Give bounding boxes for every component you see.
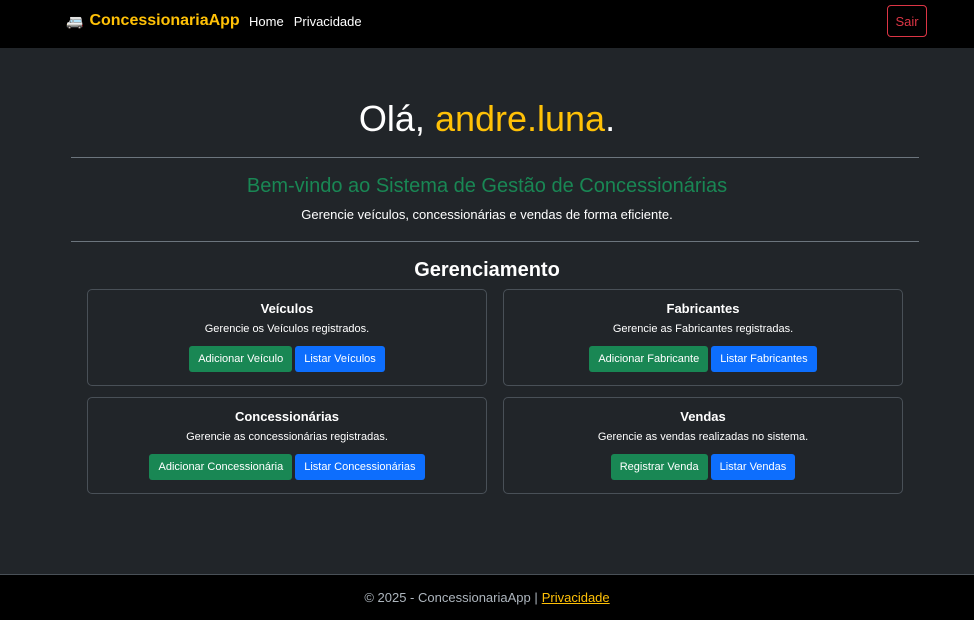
card-title: Veículos — [260, 301, 314, 316]
add-dealership-button[interactable]: Adicionar Concessionária — [149, 454, 293, 480]
nav-link-privacy[interactable]: Privacidade — [294, 14, 362, 29]
card-actions: Adicionar Concessionária Listar Concessi… — [88, 454, 486, 480]
nav-links: Home Privacidade — [249, 14, 362, 29]
list-sales-button[interactable]: Listar Vendas — [710, 454, 796, 480]
card-title: Fabricantes — [666, 301, 740, 316]
card-fabricantes: Fabricantes Gerencie as Fabricantes regi… — [503, 289, 903, 386]
footer: © 2025 - ConcessionariaApp | Privacidade — [0, 574, 974, 620]
card-actions: Adicionar Veículo Listar Veículos — [88, 346, 486, 372]
welcome-title: Bem-vindo ao Sistema de Gestão de Conces… — [246, 175, 728, 197]
brand-link[interactable]: 🚐 ConcessionariaApp — [66, 12, 240, 30]
card-title: Vendas — [680, 409, 726, 424]
divider-bottom — [71, 241, 919, 242]
car-icon: 🚐 — [66, 12, 84, 29]
card-actions: Adicionar Fabricante Listar Fabricantes — [504, 346, 902, 372]
brand-name: ConcessionariaApp — [89, 12, 240, 29]
card-actions: Registrar Venda Listar Vendas — [504, 454, 902, 480]
top-navbar: 🚐 ConcessionariaApp Home Privacidade Sai… — [0, 0, 974, 48]
list-vehicles-button[interactable]: Listar Veículos — [295, 346, 385, 372]
logout-button[interactable]: Sair — [887, 5, 927, 37]
card-text: Gerencie os Veículos registrados. — [204, 323, 370, 335]
add-vehicle-button[interactable]: Adicionar Veículo — [189, 346, 293, 372]
list-dealerships-button[interactable]: Listar Concessionárias — [295, 454, 425, 480]
card-concessionarias: Concessionárias Gerencie as concessionár… — [87, 397, 487, 494]
add-manufacturer-button[interactable]: Adicionar Fabricante — [589, 346, 709, 372]
card-veiculos: Veículos Gerencie os Veículos registrado… — [87, 289, 487, 386]
greeting-heading: Olá, andre.luna. — [0, 98, 974, 140]
management-title: Gerenciamento — [414, 259, 560, 281]
footer-copyright: © 2025 - ConcessionariaApp | — [364, 590, 538, 605]
card-text: Gerencie as Fabricantes registradas. — [612, 323, 794, 335]
card-text: Gerencie as concessionárias registradas. — [186, 431, 388, 443]
greeting-suffix: . — [605, 98, 616, 139]
divider-top — [71, 157, 919, 158]
list-manufacturers-button[interactable]: Listar Fabricantes — [711, 346, 817, 372]
username: andre.luna — [434, 98, 606, 139]
welcome-subtitle: Gerencie veículos, concessionárias e ven… — [301, 207, 673, 222]
footer-privacy-link[interactable]: Privacidade — [542, 590, 610, 605]
card-title: Concessionárias — [234, 409, 340, 424]
register-sale-button[interactable]: Registrar Venda — [610, 454, 708, 480]
nav-link-home[interactable]: Home — [249, 14, 284, 29]
card-text: Gerencie as vendas realizadas no sistema… — [597, 431, 809, 443]
card-vendas: Vendas Gerencie as vendas realizadas no … — [503, 397, 903, 494]
greeting-prefix: Olá, — [358, 98, 435, 139]
